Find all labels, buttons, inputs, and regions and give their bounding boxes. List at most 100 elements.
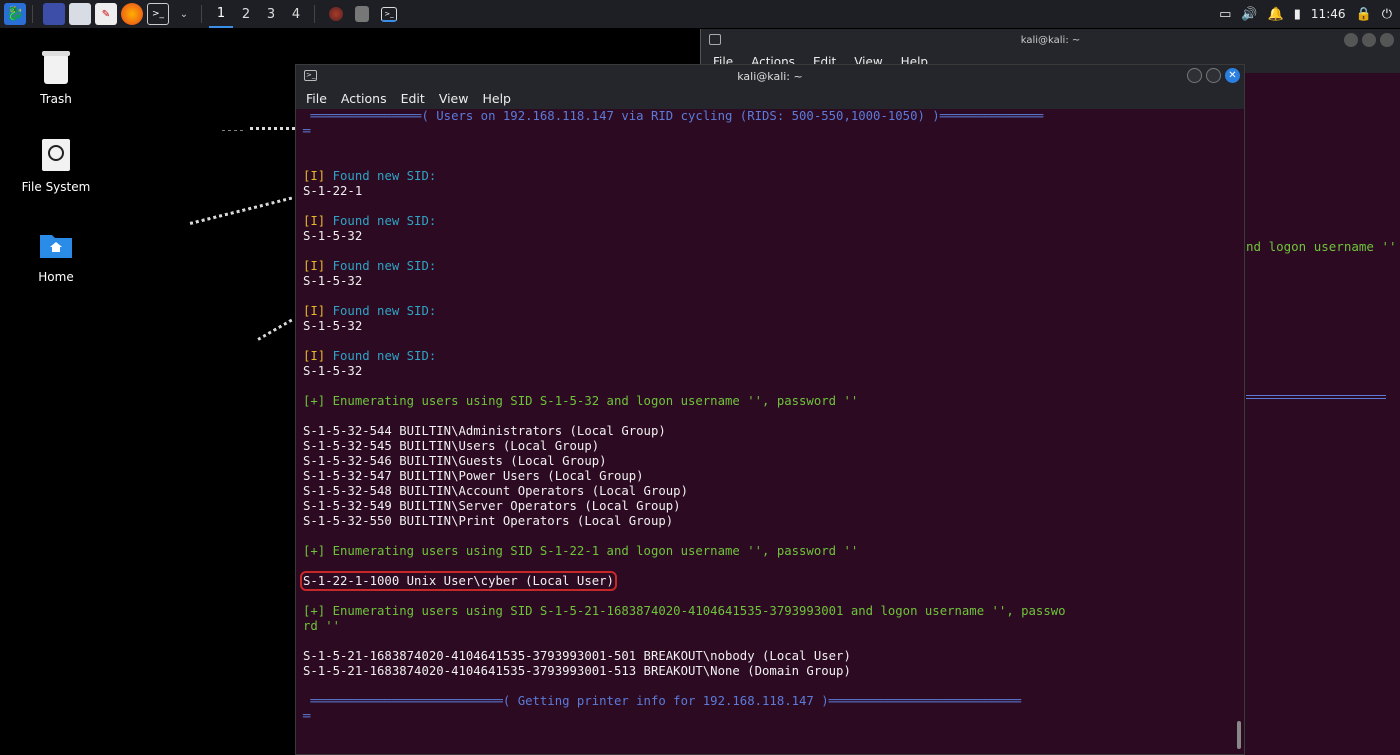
terminal-line: [I] Found new SID: bbox=[303, 259, 1244, 274]
text-editor-icon[interactable]: ✎ bbox=[95, 3, 117, 25]
top-panel: 🐉 ✎ >_ ⌄ 1 2 3 4 >_ ▭ 🔊 🔔 ▮ 11:46 🔒 ⏻ bbox=[0, 0, 1400, 28]
terminal-scrollbar[interactable] bbox=[1237, 721, 1241, 749]
panel-separator bbox=[32, 5, 33, 23]
menu-file[interactable]: File bbox=[306, 91, 327, 106]
minimize-button[interactable] bbox=[1344, 33, 1358, 47]
terminal-line: S-1-22-1 bbox=[303, 184, 1244, 199]
terminal-text: [I] bbox=[303, 304, 326, 318]
desktop-home[interactable]: Home bbox=[6, 226, 106, 284]
terminal-text: ═══════════════( Users on 192.168.118.14… bbox=[303, 109, 1044, 123]
terminal-text: S-1-5-32-546 BUILTIN\Guests (Local Group… bbox=[303, 454, 607, 468]
terminal-line: S-1-5-32 bbox=[303, 364, 1244, 379]
highlighted-output: S-1-22-1-1000 Unix User\cyber (Local Use… bbox=[300, 571, 617, 591]
terminal-line: S-1-22-1-1000 Unix User\cyber (Local Use… bbox=[300, 571, 1244, 591]
background-terminal-titlebar[interactable]: kali@kali: ~ bbox=[701, 29, 1400, 51]
terminal-text: S-1-5-32-545 BUILTIN\Users (Local Group) bbox=[303, 439, 600, 453]
workspace-2[interactable]: 2 bbox=[234, 0, 258, 28]
maximize-button[interactable] bbox=[1206, 68, 1221, 83]
terminal-line: ═══════════════( Users on 192.168.118.14… bbox=[303, 109, 1244, 124]
terminal-text: Found new SID: bbox=[325, 259, 437, 273]
wallpaper-streak bbox=[250, 127, 296, 130]
terminal-line: S-1-5-32-544 BUILTIN\Administrators (Loc… bbox=[303, 424, 1244, 439]
terminal-line: S-1-5-32 bbox=[303, 319, 1244, 334]
notification-bell-icon[interactable]: 🔔 bbox=[1268, 7, 1284, 22]
terminal-icon: >_ bbox=[304, 70, 317, 81]
terminal-line: S-1-5-32-547 BUILTIN\Power Users (Local … bbox=[303, 469, 1244, 484]
terminal-text: S-1-5-32 bbox=[303, 274, 363, 288]
terminal-task-icon[interactable]: >_ bbox=[381, 6, 397, 22]
background-terminal-divider bbox=[1246, 395, 1386, 399]
maximize-button[interactable] bbox=[1362, 33, 1376, 47]
close-button[interactable]: ✕ bbox=[1225, 68, 1240, 83]
workspace-4[interactable]: 4 bbox=[284, 0, 308, 28]
terminal-line: rd '' bbox=[303, 619, 1244, 634]
terminal-text: Found new SID: bbox=[325, 214, 437, 228]
panel-separator bbox=[314, 5, 315, 23]
terminal-line: S-1-5-32-548 BUILTIN\Account Operators (… bbox=[303, 484, 1244, 499]
menu-help[interactable]: Help bbox=[482, 91, 511, 106]
terminal-text: ═ bbox=[303, 124, 311, 138]
firefox-task-icon[interactable] bbox=[329, 7, 343, 21]
desktop-icon-label: Home bbox=[38, 270, 74, 284]
display-icon[interactable]: ▭ bbox=[1219, 7, 1231, 22]
terminal-icon[interactable]: >_ bbox=[147, 3, 169, 25]
desktop-trash[interactable]: Trash bbox=[6, 48, 106, 106]
terminal-text: S-1-5-32-547 BUILTIN\Power Users (Local … bbox=[303, 469, 644, 483]
terminal-text: S-1-5-21-1683874020-4104641535-379399300… bbox=[303, 664, 851, 678]
lock-icon[interactable]: 🔒 bbox=[1356, 7, 1372, 22]
wallpaper-streak bbox=[222, 130, 246, 131]
desktop-icon-label: File System bbox=[21, 180, 91, 194]
battery-icon[interactable]: ▮ bbox=[1294, 7, 1301, 22]
terminal-titlebar[interactable]: >_ kali@kali: ~ ✕ bbox=[296, 65, 1244, 87]
terminal-text: S-1-5-32-550 BUILTIN\Print Operators (Lo… bbox=[303, 514, 674, 528]
editor-task-icon[interactable] bbox=[355, 6, 369, 22]
clock[interactable]: 11:46 bbox=[1311, 7, 1346, 21]
menu-view[interactable]: View bbox=[439, 91, 469, 106]
system-tray: ▭ 🔊 🔔 ▮ 11:46 🔒 ⏻ bbox=[1219, 0, 1400, 28]
close-button[interactable] bbox=[1380, 33, 1394, 47]
trash-icon bbox=[39, 48, 73, 86]
workspace-1[interactable]: 1 bbox=[209, 0, 233, 28]
menu-actions[interactable]: Actions bbox=[341, 91, 387, 106]
terminal-text: rd '' bbox=[303, 619, 341, 633]
terminal-text: Found new SID: bbox=[325, 349, 437, 363]
terminal-menubar: File Actions Edit View Help bbox=[296, 87, 1244, 109]
terminal-text: Found new SID: bbox=[325, 304, 437, 318]
terminal-line: S-1-5-21-1683874020-4104641535-379399300… bbox=[303, 664, 1244, 679]
menu-edit[interactable]: Edit bbox=[401, 91, 425, 106]
chevron-down-icon[interactable]: ⌄ bbox=[173, 3, 195, 25]
terminal-window[interactable]: >_ kali@kali: ~ ✕ File Actions Edit View… bbox=[295, 64, 1245, 755]
terminal-line: [I] Found new SID: bbox=[303, 169, 1244, 184]
terminal-text: ═ bbox=[303, 709, 311, 723]
terminal-icon bbox=[709, 34, 721, 45]
terminal-text: [I] bbox=[303, 349, 326, 363]
terminal-line: [I] Found new SID: bbox=[303, 304, 1244, 319]
terminal-line: S-1-5-21-1683874020-4104641535-379399300… bbox=[303, 649, 1244, 664]
terminal-line: S-1-5-32-549 BUILTIN\Server Operators (L… bbox=[303, 499, 1244, 514]
terminal-text: S-1-5-32 bbox=[303, 229, 363, 243]
terminal-text: S-1-5-32-549 BUILTIN\Server Operators (L… bbox=[303, 499, 681, 513]
terminal-text: [+] Enumerating users using SID S-1-22-1… bbox=[303, 544, 859, 558]
panel-separator bbox=[201, 5, 202, 23]
terminal-text: S-1-5-32 bbox=[303, 319, 363, 333]
desktop-filesystem[interactable]: File System bbox=[6, 136, 106, 194]
kali-menu-icon[interactable]: 🐉 bbox=[4, 3, 26, 25]
terminal-text: S-1-22-1 bbox=[303, 184, 363, 198]
firefox-icon[interactable] bbox=[121, 3, 143, 25]
terminal-text: [+] Enumerating users using SID S-1-5-21… bbox=[303, 604, 1066, 618]
file-manager-icon[interactable] bbox=[69, 3, 91, 25]
minimize-button[interactable] bbox=[1187, 68, 1202, 83]
background-terminal-text: nd logon username '' bbox=[1246, 239, 1397, 254]
power-icon[interactable]: ⏻ bbox=[1382, 7, 1392, 22]
show-desktop-icon[interactable] bbox=[43, 3, 65, 25]
volume-icon[interactable]: 🔊 bbox=[1241, 7, 1257, 22]
terminal-output[interactable]: ═══════════════( Users on 192.168.118.14… bbox=[296, 109, 1244, 754]
workspace-3[interactable]: 3 bbox=[259, 0, 283, 28]
terminal-line: S-1-5-32-546 BUILTIN\Guests (Local Group… bbox=[303, 454, 1244, 469]
terminal-text: [I] bbox=[303, 169, 326, 183]
